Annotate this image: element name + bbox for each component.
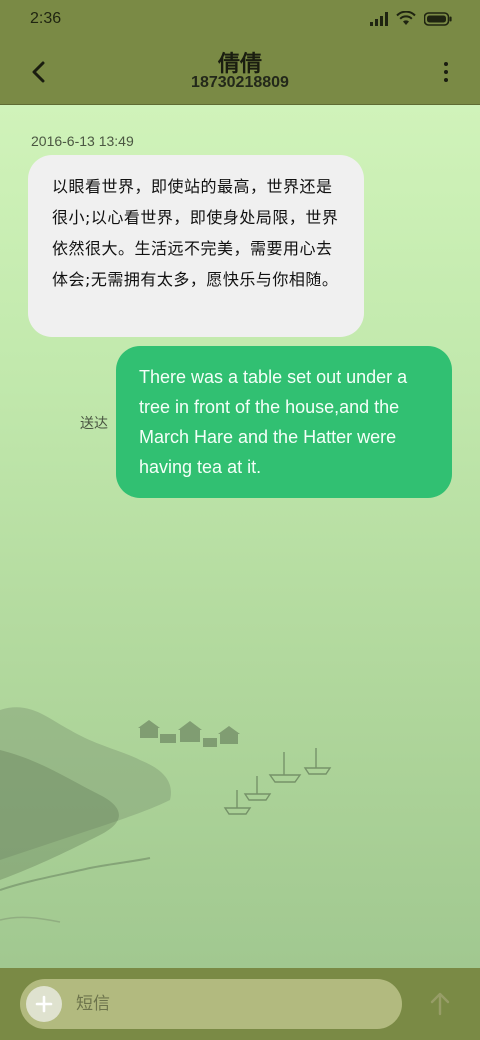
contact-phone-number: 18730218809 <box>191 74 289 91</box>
wifi-icon <box>396 10 416 30</box>
more-vert-icon <box>444 62 448 66</box>
composer-bar: 短信 <box>0 968 480 1040</box>
status-bar: 2:36 <box>0 0 480 40</box>
delivery-status: 送达 <box>80 416 108 432</box>
conversation-header: 倩倩 18730218809 <box>0 40 480 105</box>
message-input-container[interactable]: 短信 <box>20 979 402 1029</box>
more-options-button[interactable] <box>434 54 458 90</box>
outgoing-message-bubble[interactable]: There was a table set out under a tree i… <box>116 346 452 498</box>
plus-icon <box>35 995 53 1013</box>
add-attachment-button[interactable] <box>26 986 62 1022</box>
send-arrow-icon <box>430 992 450 1016</box>
signal-icon <box>370 11 388 30</box>
status-icons <box>370 10 452 30</box>
status-time: 2:36 <box>30 10 62 27</box>
send-button[interactable] <box>428 990 452 1018</box>
battery-icon <box>423 11 452 30</box>
sms-input[interactable]: 短信 <box>76 979 110 1029</box>
message-timestamp: 2016-6-13 13:49 <box>31 133 134 149</box>
incoming-message-bubble[interactable]: 以眼看世界，即使站的最高，世界还是很小;以心看世界，即使身处局限，世界依然很大。… <box>28 155 364 337</box>
wallpaper-landscape-illustration <box>0 707 332 923</box>
